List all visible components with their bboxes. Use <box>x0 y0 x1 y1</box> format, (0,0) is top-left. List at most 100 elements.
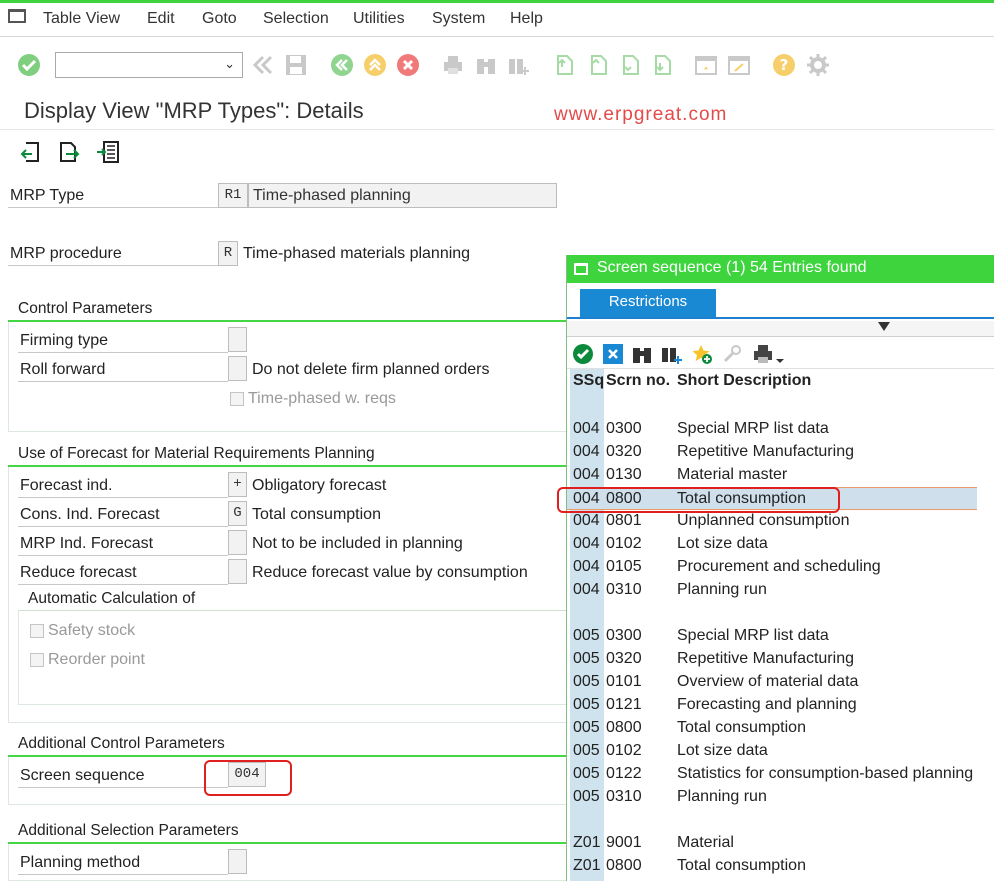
table-row[interactable]: 005 0122 Statistics for consumption-based … <box>567 763 977 786</box>
find-next-icon[interactable] <box>506 53 530 77</box>
additional-selection-title: Additional Selection Parameters <box>18 822 239 839</box>
forecast-ind-field[interactable]: + <box>228 472 247 497</box>
print-icon[interactable] <box>441 53 465 77</box>
table-row[interactable]: 005 0800 Total consumption <box>567 717 977 740</box>
print-icon[interactable] <box>752 343 774 365</box>
column-header-ssq[interactable]: SSq <box>573 372 604 390</box>
column-header-short-description[interactable]: Short Description <box>677 372 811 390</box>
favorite-add-icon[interactable] <box>691 343 713 365</box>
back-icon[interactable] <box>330 53 354 77</box>
table-row[interactable]: 005 0300 Special MRP list data <box>567 625 977 648</box>
table-row[interactable]: 005 0101 Overview of material data <box>567 671 977 694</box>
forecast-title: Use of Forecast for Material Requirement… <box>18 445 375 462</box>
reorder-point-checkbox[interactable] <box>30 653 44 667</box>
menu-system[interactable]: System <box>432 10 485 28</box>
find-icon[interactable] <box>474 53 498 77</box>
table-row[interactable]: 004 0102 Lot size data <box>567 533 977 556</box>
enter-check-icon[interactable] <box>17 53 41 77</box>
restrictions-toggle-bar[interactable] <box>567 321 994 337</box>
mrp-type-field[interactable]: R1 <box>218 183 248 208</box>
additional-control-title: Additional Control Parameters <box>18 735 225 752</box>
table-row[interactable]: 004 0300 Special MRP list data <box>567 418 977 441</box>
menu-goto[interactable]: Goto <box>202 10 237 28</box>
gear-icon[interactable] <box>806 53 830 77</box>
menu-table-view[interactable]: Table View <box>43 10 120 28</box>
table-row[interactable]: 004 0320 Repetitive Manufacturing <box>567 441 977 464</box>
roll-forward-field[interactable] <box>228 356 247 381</box>
find-icon[interactable] <box>631 343 653 365</box>
menu-utilities[interactable]: Utilities <box>353 10 405 28</box>
tab-restrictions[interactable]: Restrictions <box>580 289 716 317</box>
find-next-icon[interactable] <box>660 343 682 365</box>
dropdown-arrow-icon[interactable] <box>774 343 786 365</box>
table-row[interactable]: 005 0102 Lot size data <box>567 740 977 763</box>
planning-method-field[interactable] <box>228 849 247 874</box>
next-page-icon[interactable] <box>618 53 642 77</box>
personal-list-icon[interactable] <box>722 343 744 365</box>
forecast-ind-label: Forecast ind. <box>18 474 228 498</box>
mrp-procedure-field[interactable]: R <box>218 241 238 266</box>
group-divider <box>8 755 568 757</box>
previous-entry-icon[interactable] <box>19 140 43 164</box>
popup-title-bar[interactable]: Screen sequence (1) 54 Entries found <box>567 255 994 283</box>
table-row[interactable]: 005 0121 Forecasting and planning <box>567 694 977 717</box>
svg-text:?: ? <box>780 56 789 74</box>
group-divider <box>8 465 568 467</box>
popup-title: Screen sequence (1) 54 Entries found <box>597 259 867 276</box>
time-phased-label: Time-phased w. reqs <box>248 390 396 407</box>
result-list-header: SSq Scrn no. Short Description <box>567 369 977 395</box>
table-row[interactable]: Z01 0800 Total consumption <box>567 855 977 878</box>
menu-icon[interactable] <box>8 9 26 23</box>
roll-forward-label: Roll forward <box>18 358 228 382</box>
screen-sequence-popup: Screen sequence (1) 54 Entries found Res… <box>566 255 994 881</box>
safety-stock-label: Safety stock <box>48 622 136 639</box>
table-row[interactable]: 004 0310 Planning run <box>567 579 977 602</box>
select-all-icon[interactable] <box>96 140 120 164</box>
first-page-icon[interactable] <box>552 53 576 77</box>
automatic-calculation-title: Automatic Calculation of <box>28 590 196 607</box>
exit-icon[interactable] <box>363 53 387 77</box>
table-row[interactable]: Z01 9001 Material <box>567 832 977 855</box>
menu-edit[interactable]: Edit <box>147 10 175 28</box>
time-phased-checkbox[interactable] <box>230 392 244 406</box>
menu-bar: Table View Edit Goto Selection Utilities… <box>0 3 994 37</box>
cancel-icon[interactable] <box>602 343 624 365</box>
column-header-scrn-no[interactable]: Scrn no. <box>606 372 670 390</box>
check-icon[interactable] <box>572 343 594 365</box>
mrp-ind-forecast-field[interactable] <box>228 530 247 555</box>
cancel-icon[interactable] <box>396 53 420 77</box>
popup-tabstrip: Restrictions <box>567 283 994 319</box>
mrp-type-label: MRP Type <box>8 184 218 208</box>
command-field[interactable]: ⌄ <box>55 52 243 78</box>
reduce-forecast-field[interactable] <box>228 559 247 584</box>
menu-selection[interactable]: Selection <box>263 10 329 28</box>
table-row[interactable]: 004 0105 Procurement and scheduling <box>567 556 977 579</box>
chevron-down-icon[interactable]: ⌄ <box>224 56 235 72</box>
screen-sequence-highlight <box>204 760 292 796</box>
window-icon <box>574 263 588 275</box>
title-area: Display View "MRP Types": Details www.er… <box>0 94 994 130</box>
roll-forward-description: Do not delete firm planned orders <box>252 361 490 378</box>
last-page-icon[interactable] <box>650 53 674 77</box>
save-icon[interactable] <box>284 53 308 77</box>
cons-ind-forecast-description: Total consumption <box>252 506 381 523</box>
table-row[interactable]: 005 0320 Repetitive Manufacturing <box>567 648 977 671</box>
shortcut-icon[interactable] <box>727 53 751 77</box>
table-row[interactable]: 005 0310 Planning run <box>567 786 977 809</box>
create-session-icon[interactable] <box>694 53 718 77</box>
table-row[interactable]: 004 0801 Unplanned consumption <box>567 510 977 533</box>
cons-ind-forecast-field[interactable]: G <box>228 501 247 526</box>
cons-ind-forecast-label: Cons. Ind. Forecast <box>18 503 228 527</box>
triangle-down-icon[interactable] <box>878 322 890 331</box>
previous-page-icon[interactable] <box>586 53 610 77</box>
menu-help[interactable]: Help <box>510 10 543 28</box>
next-entry-icon[interactable] <box>57 140 81 164</box>
safety-stock-checkbox[interactable] <box>30 624 44 638</box>
selected-row-highlight <box>557 487 840 513</box>
help-icon[interactable]: ? <box>772 53 796 77</box>
mrp-ind-forecast-label: MRP Ind. Forecast <box>18 532 228 556</box>
reorder-point-label: Reorder point <box>48 651 145 668</box>
double-chevron-left-icon[interactable] <box>251 53 275 77</box>
table-row[interactable]: 004 0130 Material master <box>567 464 977 487</box>
firming-type-field[interactable] <box>228 327 247 352</box>
